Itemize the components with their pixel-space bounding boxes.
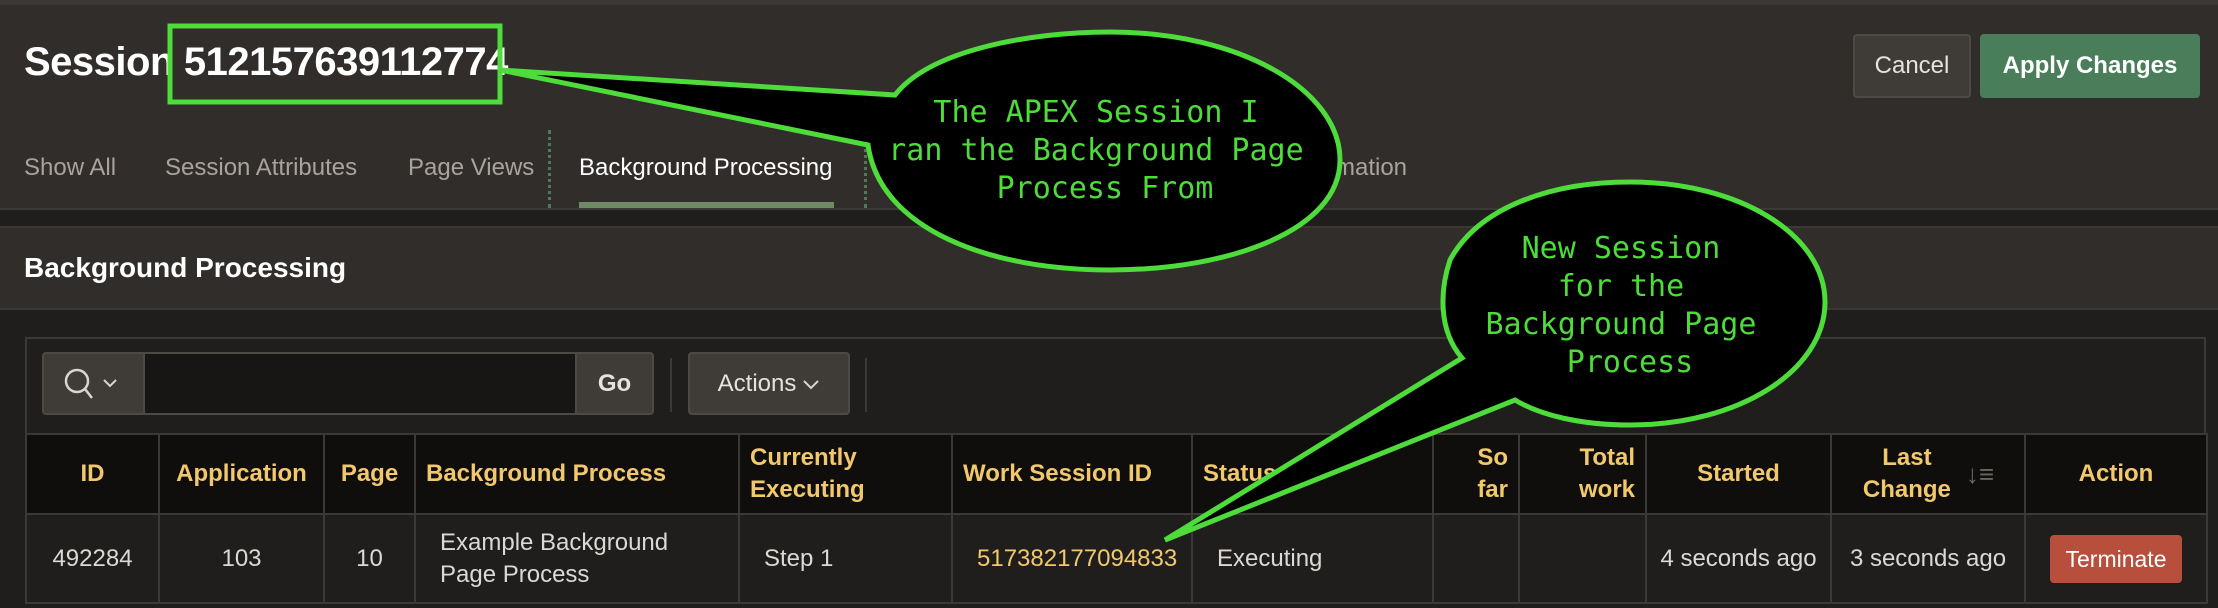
annotation-bubble-1: The APEX Session I ran the Background Pa… xyxy=(499,29,1343,273)
annotation-layer: The APEX Session I ran the Background Pa… xyxy=(167,23,1828,543)
session-id-highlight-box xyxy=(167,23,503,105)
